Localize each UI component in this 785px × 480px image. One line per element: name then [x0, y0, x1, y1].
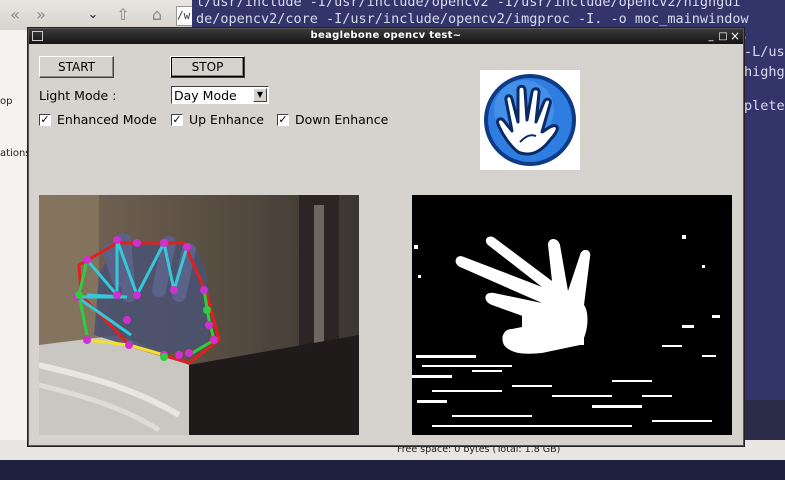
- light-mode-label: Light Mode :: [39, 88, 117, 103]
- up-enhance-label: Up Enhance: [189, 112, 264, 127]
- desktop-background: [0, 460, 785, 480]
- terminal-line: plete: [744, 98, 785, 114]
- terminal-line: de/opencv2/core -I/usr/include/opencv2/i…: [196, 11, 749, 27]
- home-icon[interactable]: ⌂: [146, 5, 168, 25]
- enhanced-mode-checkbox[interactable]: ✓: [39, 114, 51, 126]
- down-enhance-label: Down Enhance: [295, 112, 389, 127]
- hand-logo: [480, 70, 580, 170]
- light-mode-value: Day Mode: [174, 88, 237, 103]
- terminal-line: highg: [744, 64, 785, 80]
- app-window: beaglebone opencv test~ _ □ × START STOP…: [28, 28, 744, 446]
- sidebar-text: op: [0, 96, 13, 107]
- back-arrow-icon[interactable]: «: [4, 5, 26, 25]
- camera-feed-image: [39, 195, 359, 435]
- terminal-line: -L/us: [744, 44, 785, 60]
- close-icon[interactable]: ×: [729, 29, 741, 44]
- up-arrow-icon[interactable]: ⇧: [112, 5, 134, 25]
- dropdown-arrow-icon[interactable]: ▼: [253, 88, 267, 102]
- sidebar-text: ations: [0, 148, 31, 159]
- up-enhance-checkbox[interactable]: ✓: [171, 114, 183, 126]
- forward-arrow-icon[interactable]: »: [30, 5, 52, 25]
- start-button[interactable]: START: [39, 56, 114, 78]
- hand-icon: [484, 74, 576, 166]
- binary-mask-image: [412, 195, 732, 435]
- light-mode-select[interactable]: Day Mode ▼: [171, 86, 269, 104]
- stop-button[interactable]: STOP: [170, 56, 245, 78]
- down-enhance-checkbox[interactable]: ✓: [277, 114, 289, 126]
- file-manager-sidebar: op ations: [0, 30, 31, 450]
- enhanced-mode-label: Enhanced Mode: [57, 112, 157, 127]
- chevron-down-icon[interactable]: ⌄: [82, 5, 104, 25]
- window-titlebar[interactable]: beaglebone opencv test~ _ □ ×: [29, 29, 743, 44]
- camera-feed: [39, 195, 359, 435]
- maximize-icon[interactable]: □: [717, 29, 729, 44]
- binary-mask-feed: [412, 195, 732, 435]
- window-title: beaglebone opencv test~: [310, 30, 462, 41]
- minimize-icon[interactable]: _: [705, 29, 717, 44]
- file-manager-toolbar: « » ⌄ ⇧ ⌂ /w: [0, 0, 200, 31]
